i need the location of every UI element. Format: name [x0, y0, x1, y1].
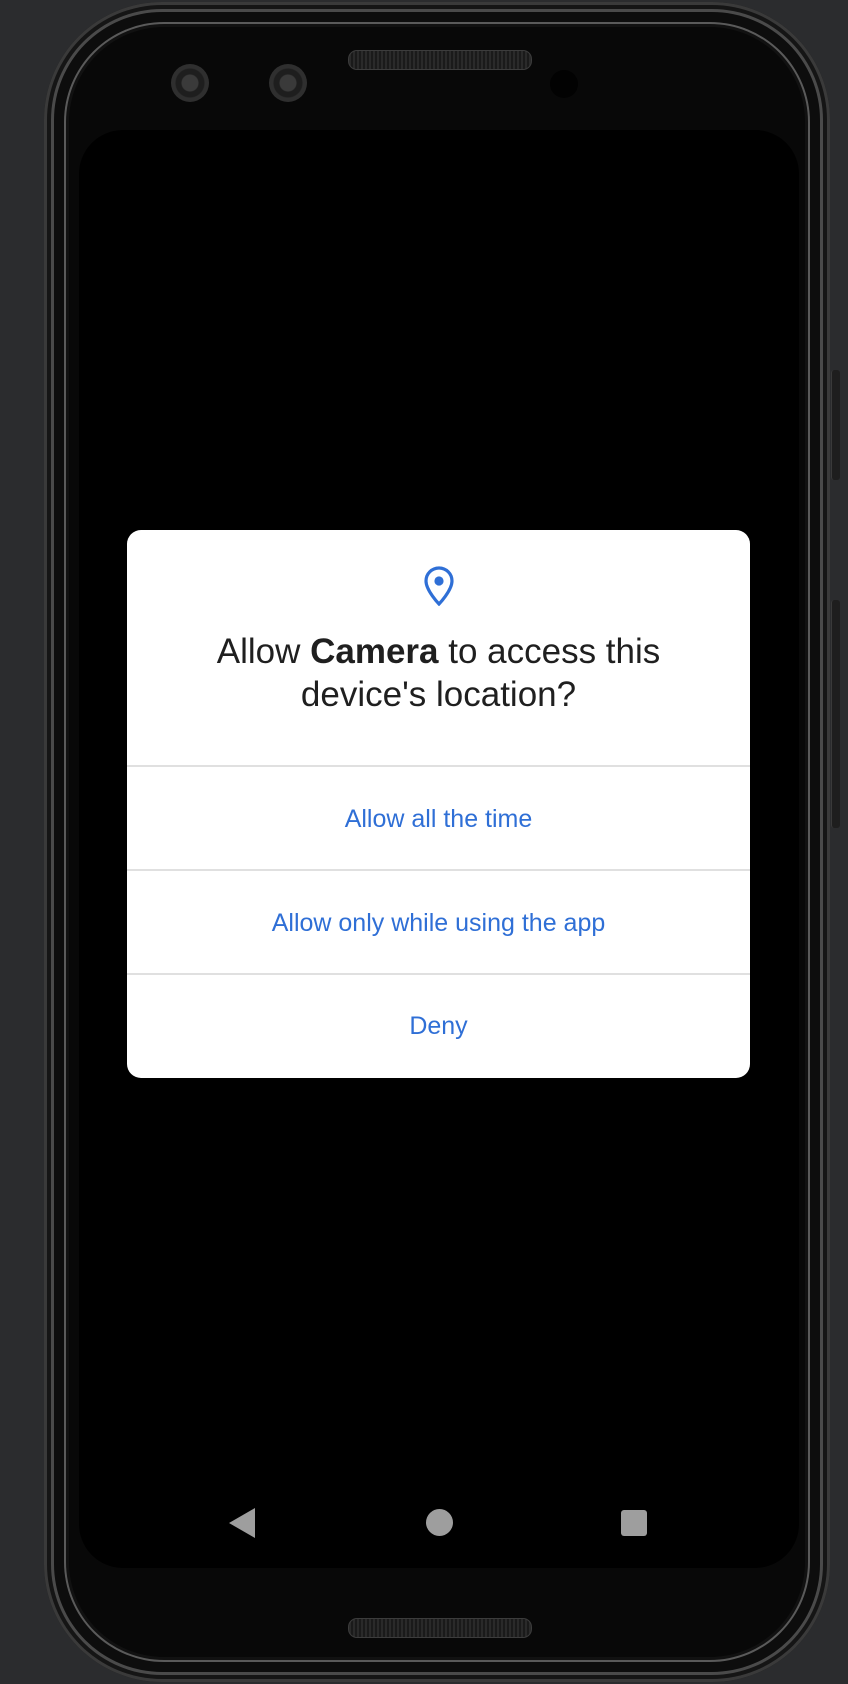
front-camera-right-icon	[269, 64, 307, 102]
allow-while-using-app-button[interactable]: Allow only while using the app	[127, 871, 750, 975]
deny-button[interactable]: Deny	[127, 975, 750, 1078]
front-camera-left-icon	[171, 64, 209, 102]
proximity-sensor-icon	[550, 70, 578, 98]
recents-square-icon[interactable]	[621, 1510, 647, 1536]
title-app-name: Camera	[310, 632, 439, 671]
location-pin-icon	[424, 566, 454, 606]
top-speaker-grille	[348, 50, 532, 70]
allow-all-the-time-button[interactable]: Allow all the time	[127, 767, 750, 871]
title-prefix: Allow	[216, 632, 311, 671]
emulator-stage: Allow Camera to access this device's loc…	[0, 0, 848, 1684]
bottom-speaker-grille	[348, 1618, 532, 1638]
permission-dialog: Allow Camera to access this device's loc…	[127, 530, 750, 1078]
volume-button[interactable]	[831, 600, 840, 828]
dialog-title: Allow Camera to access this device's loc…	[157, 630, 720, 716]
power-button[interactable]	[831, 370, 840, 480]
device-screen: Allow Camera to access this device's loc…	[79, 130, 799, 1568]
back-triangle-icon[interactable]	[229, 1508, 255, 1538]
home-circle-icon[interactable]	[426, 1509, 453, 1536]
